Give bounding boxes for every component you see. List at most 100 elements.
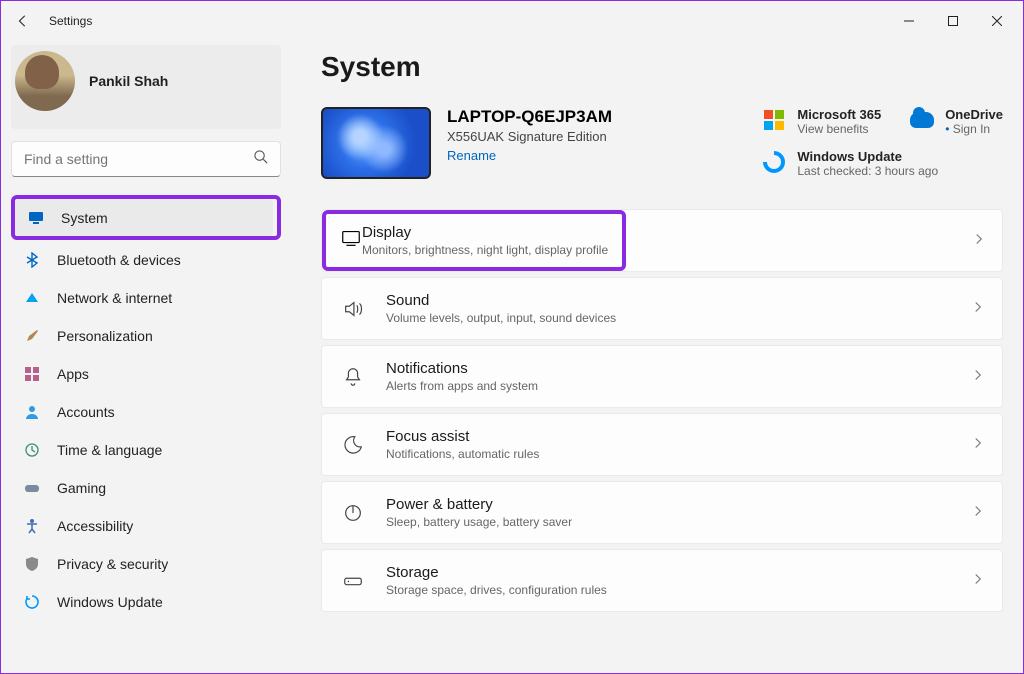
sidebar-item-label: Accessibility (57, 518, 133, 534)
chevron-right-icon (972, 368, 984, 386)
search-input[interactable] (24, 151, 253, 167)
sidebar-item-label: Privacy & security (57, 556, 168, 572)
link-microsoft365[interactable]: Microsoft 365 View benefits (761, 107, 881, 137)
titlebar: Settings (1, 1, 1023, 41)
rename-link[interactable]: Rename (447, 148, 612, 163)
chevron-right-icon (972, 572, 984, 590)
window-controls (887, 6, 1019, 36)
sidebar-item-label: Network & internet (57, 290, 172, 306)
chevron-right-icon (972, 300, 984, 318)
sidebar-item-label: Personalization (57, 328, 153, 344)
chevron-right-icon (973, 232, 985, 250)
sidebar-item-windows-update[interactable]: Windows Update (11, 583, 281, 620)
quick-links: Microsoft 365 View benefits OneDrive Sig… (761, 107, 1003, 179)
sidebar-item-label: System (61, 210, 108, 226)
link-title: OneDrive (945, 107, 1003, 122)
accessibility-icon (23, 518, 41, 534)
chevron-right-icon (972, 504, 984, 522)
setting-sub: Alerts from apps and system (386, 379, 538, 393)
setting-title: Storage (386, 564, 607, 581)
link-onedrive[interactable]: OneDrive Sign In (909, 107, 1003, 137)
globe-clock-icon (23, 442, 41, 458)
sidebar-item-gaming[interactable]: Gaming (11, 469, 281, 506)
power-icon (340, 502, 366, 524)
sidebar-item-label: Time & language (57, 442, 162, 458)
sidebar-item-system[interactable]: System (15, 199, 273, 236)
link-sub: View benefits (797, 122, 881, 136)
person-icon (23, 404, 41, 420)
bluetooth-icon (23, 252, 41, 268)
maximize-button[interactable] (931, 6, 975, 36)
sidebar-item-accounts[interactable]: Accounts (11, 393, 281, 430)
search-box[interactable] (11, 141, 281, 177)
search-icon (253, 149, 268, 169)
device-name: LAPTOP-Q6EJP3AM (447, 107, 612, 127)
onedrive-icon (909, 107, 935, 133)
link-title: Windows Update (797, 149, 938, 164)
windows-update-icon (761, 149, 787, 175)
sidebar-item-label: Bluetooth & devices (57, 252, 181, 268)
window-title: Settings (49, 14, 92, 28)
avatar (15, 51, 75, 111)
link-sub: Last checked: 3 hours ago (797, 164, 938, 178)
link-windows-update[interactable]: Windows Update Last checked: 3 hours ago (761, 149, 1003, 179)
chevron-right-icon (972, 436, 984, 454)
apps-icon (23, 366, 41, 382)
sidebar-item-time-language[interactable]: Time & language (11, 431, 281, 468)
monitor-icon (27, 210, 45, 226)
device-card: LAPTOP-Q6EJP3AM X556UAK Signature Editio… (321, 107, 612, 179)
sidebar-item-privacy-security[interactable]: Privacy & security (11, 545, 281, 582)
setting-power-battery[interactable]: Power & batterySleep, battery usage, bat… (321, 481, 1003, 544)
setting-title: Focus assist (386, 428, 539, 445)
setting-title: Power & battery (386, 496, 572, 513)
gamepad-icon (23, 480, 41, 496)
device-model: X556UAK Signature Edition (447, 129, 612, 144)
sidebar-item-apps[interactable]: Apps (11, 355, 281, 392)
page-title: System (321, 51, 1003, 83)
link-sub: Sign In (945, 122, 1003, 136)
setting-title: Display (362, 224, 608, 241)
setting-sub: Notifications, automatic rules (386, 447, 539, 461)
close-button[interactable] (975, 6, 1019, 36)
setting-display[interactable]: Display Monitors, brightness, night light… (321, 209, 1003, 272)
bell-icon (340, 366, 366, 388)
main-content: System LAPTOP-Q6EJP3AM X556UAK Signature… (291, 41, 1023, 673)
link-title: Microsoft 365 (797, 107, 881, 122)
sidebar-item-label: Windows Update (57, 594, 163, 610)
sidebar-item-accessibility[interactable]: Accessibility (11, 507, 281, 544)
profile-block[interactable]: Pankil Shah (11, 45, 281, 129)
sound-icon (340, 298, 366, 320)
minimize-button[interactable] (887, 6, 931, 36)
highlight-annotation: Display Monitors, brightness, night light… (322, 210, 626, 271)
setting-title: Notifications (386, 360, 538, 377)
sidebar-item-bluetooth-devices[interactable]: Bluetooth & devices (11, 241, 281, 278)
storage-icon (340, 570, 366, 592)
device-row: LAPTOP-Q6EJP3AM X556UAK Signature Editio… (321, 107, 1003, 179)
settings-list: Display Monitors, brightness, night light… (321, 209, 1003, 612)
profile-name: Pankil Shah (89, 73, 168, 89)
back-button[interactable] (5, 3, 41, 39)
sidebar: Pankil Shah System Bluetooth & devices Net… (1, 41, 291, 673)
setting-focus-assist[interactable]: Focus assist Notifications, automatic rul… (321, 413, 1003, 476)
sidebar-item-network-internet[interactable]: Network & internet (11, 279, 281, 316)
moon-icon (340, 434, 366, 456)
device-wallpaper-thumb[interactable] (321, 107, 431, 179)
display-icon (340, 227, 362, 254)
sidebar-item-personalization[interactable]: Personalization (11, 317, 281, 354)
setting-sound[interactable]: Sound Volume levels, output, input, sound… (321, 277, 1003, 340)
shield-icon (23, 556, 41, 572)
highlight-annotation: System (11, 195, 281, 240)
sidebar-item-label: Apps (57, 366, 89, 382)
setting-sub: Volume levels, output, input, sound devi… (386, 311, 616, 325)
setting-notifications[interactable]: Notifications Alerts from apps and system (321, 345, 1003, 408)
sidebar-nav: System Bluetooth & devices Network & inter… (11, 195, 281, 620)
sidebar-item-label: Gaming (57, 480, 106, 496)
update-icon (23, 594, 41, 610)
setting-sub: Monitors, brightness, night light, displ… (362, 243, 608, 257)
setting-sub: Storage space, drives, configuration rul… (386, 583, 607, 597)
microsoft365-icon (761, 107, 787, 133)
setting-title: Sound (386, 292, 616, 309)
brush-icon (23, 328, 41, 344)
setting-storage[interactable]: Storage Storage space, drives, configurat… (321, 549, 1003, 612)
wifi-icon (23, 290, 41, 306)
